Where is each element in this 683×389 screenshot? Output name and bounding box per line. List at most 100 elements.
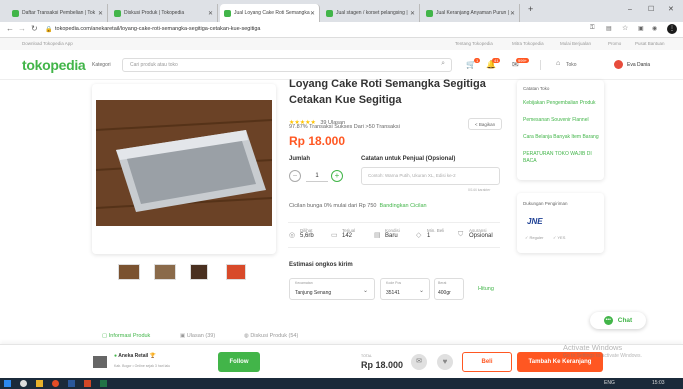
reload-icon[interactable]: ↻ [31,24,38,33]
clock[interactable]: 15:03 [652,380,665,386]
browser-tab[interactable]: Daftar Transaksi Pembelian | Tok ✕ [8,4,108,22]
new-tab-icon[interactable]: + [528,4,533,14]
top-info-bar: Download Tokopedia App Tentang Tokopedia… [0,38,683,50]
language-indicator[interactable]: ENG [604,380,615,386]
postal-code-select[interactable]: Kode Pos 35141 ⌄ [380,278,430,300]
chat-seller-icon[interactable]: ✉ [411,354,427,370]
tokopedia-logo[interactable]: tokopedia [22,57,86,73]
topnav-link[interactable]: Tentang Tokopedia [455,41,493,46]
close-tab-icon[interactable]: ✕ [208,10,213,17]
note-label: Catatan untuk Penjual (Opsional) [361,156,456,162]
chevron-down-icon: ⌄ [418,288,424,294]
excel-taskbar-icon[interactable] [100,380,107,387]
close-tab-icon[interactable]: ✕ [410,10,415,17]
close-tab-icon[interactable]: ✕ [510,10,515,17]
decrease-qty-button[interactable]: − [289,170,301,182]
product-thumbnail[interactable] [118,264,140,280]
topnav-link[interactable]: Mitra Tokopedia [512,41,544,46]
tab-reviews[interactable]: ▣ Ulasan (39) [180,333,215,339]
note-char-count: 0/144 karakter [468,188,491,192]
store-note-link[interactable]: Pemesanan Souvenir Flannel [523,117,599,124]
extension-icon[interactable]: ▣ [638,25,644,32]
verified-icon: ● [114,353,118,359]
product-thumbnail[interactable] [226,264,246,280]
site-header: tokopedia Kategori Cari produk atau toko… [0,50,683,80]
min-buy-icon: ◇ [416,232,422,239]
transaction-info: 97.87% Transaksi Sukses Dari >50 Transak… [289,124,400,130]
url-field[interactable]: tokopedia.com/anekaretail/loyang-cake-ro… [55,26,260,32]
box-icon: ▭ [331,232,338,239]
search-input[interactable]: Cari produk atau toko ⌕ [122,58,452,72]
chat-button[interactable]: ••• Chat [590,312,646,329]
browser-menu-icon[interactable]: ⋮ [667,24,677,34]
tokopedia-favicon-icon [12,9,19,17]
spec-condition: ▤ Kondisi Baru [374,228,400,239]
windows-start-icon[interactable] [4,380,11,387]
tokopedia-favicon-icon [326,9,333,17]
translate-icon[interactable]: ▤ [606,25,612,32]
topnav-link[interactable]: Promo [608,41,621,46]
product-thumbnail[interactable] [190,264,208,280]
buy-now-button[interactable]: Beli [462,352,512,372]
download-app-link[interactable]: Download Tokopedia App [22,41,73,46]
product-thumbnail[interactable] [154,264,176,280]
close-tab-icon[interactable]: ✕ [310,10,315,17]
store-note-link[interactable]: PERATURAN TOKO WAJIB DI BACA [523,151,599,165]
search-icon[interactable]: ⌕ [441,60,445,68]
shipping-support-card: Dukungan Pengiriman JNE ✓ Reguler ✓ YES [517,193,604,253]
header-divider [540,60,541,70]
store-icon[interactable]: ⌂ [556,60,560,67]
product-main-image[interactable] [96,100,272,226]
tab-product-info[interactable]: ▢ Informasi Produk [102,333,150,339]
total-price: Rp 18.000 [361,360,404,370]
topnav-link[interactable]: Pusat Bantuan [635,41,665,46]
close-window-icon[interactable]: ✕ [668,5,674,13]
follow-button[interactable]: Follow [218,352,260,372]
quantity-input[interactable]: 1 [306,170,328,182]
toko-link[interactable]: Toko [566,62,577,68]
tab-discussion[interactable]: ◍ Diskusi Produk (54) [244,333,298,339]
review-icon: ▣ [180,333,187,339]
user-name[interactable]: Eva Dania [627,62,650,68]
browser-tab[interactable]: Diskusi Produk | Tokopedia ✕ [110,4,218,22]
store-note-link[interactable]: Cara Belanja Banyak Item Barang [523,134,599,141]
bookmark-star-icon[interactable]: ☆ [622,24,628,32]
chat-icon: ••• [603,316,613,325]
wishlist-heart-icon[interactable]: ♥ [437,354,453,370]
shipping-estimate-title: Estimasi ongkos kirim [289,262,353,268]
condition-icon: ▤ [374,232,381,239]
compare-installment-link[interactable]: Bandingkan Cicilan [380,203,427,209]
back-icon[interactable]: ← [6,24,14,33]
search-taskbar-icon[interactable] [20,380,27,387]
note-input[interactable]: Contoh: Warna Putih, Ukuran XL, Edisi ke… [361,167,500,185]
forward-icon[interactable]: → [18,24,26,33]
address-bar: ← → ↻ 🔒 tokopedia.com/anekaretail/loyang… [0,22,683,38]
browser-tab-active[interactable]: Jual Loyang Cake Roti Semangka ✕ [220,4,320,22]
user-avatar[interactable] [614,60,623,69]
store-name[interactable]: ● Aneka Retail 🏆 [114,353,156,359]
powerpoint-taskbar-icon[interactable] [84,380,91,387]
store-note-link[interactable]: Kebijakan Pengembalian Produk [523,100,599,107]
browser-tab[interactable]: Jual stagen / korset pelangsing | ✕ [322,4,420,22]
product-title-line1: Loyang Cake Roti Semangka Segitiga [289,78,486,90]
minimize-icon[interactable]: – [628,6,632,13]
jne-logo: JNE [527,217,543,226]
topnav-link[interactable]: Mulai Berjualan [560,41,591,46]
close-tab-icon[interactable]: ✕ [98,10,103,17]
word-taskbar-icon[interactable] [68,380,75,387]
installment-info: Cicilan bunga 0% mulai dari Rp 750 Bandi… [289,203,427,209]
activate-windows-subtext: Go to Settings to activate Windows. [563,353,642,359]
quantity-label: Jumlah [289,156,311,162]
browser-tab[interactable]: Jual Keranjang Anyaman Purun | ✕ [422,4,520,22]
key-icon[interactable]: ⚿ [590,25,595,32]
store-avatar[interactable] [93,356,107,368]
profile-icon[interactable]: ◉ [652,25,657,32]
file-explorer-icon[interactable] [36,380,43,387]
calculate-shipping-link[interactable]: Hitung [478,286,494,292]
share-button[interactable]: < Bagikan [468,118,502,130]
kategori-menu[interactable]: Kategori [92,62,111,68]
increase-qty-button[interactable]: + [331,170,343,182]
maximize-icon[interactable]: ☐ [648,5,654,13]
kecamatan-select[interactable]: Kecamatan Tanjung Senang ⌄ [289,278,375,300]
chrome-taskbar-icon[interactable] [52,380,59,387]
